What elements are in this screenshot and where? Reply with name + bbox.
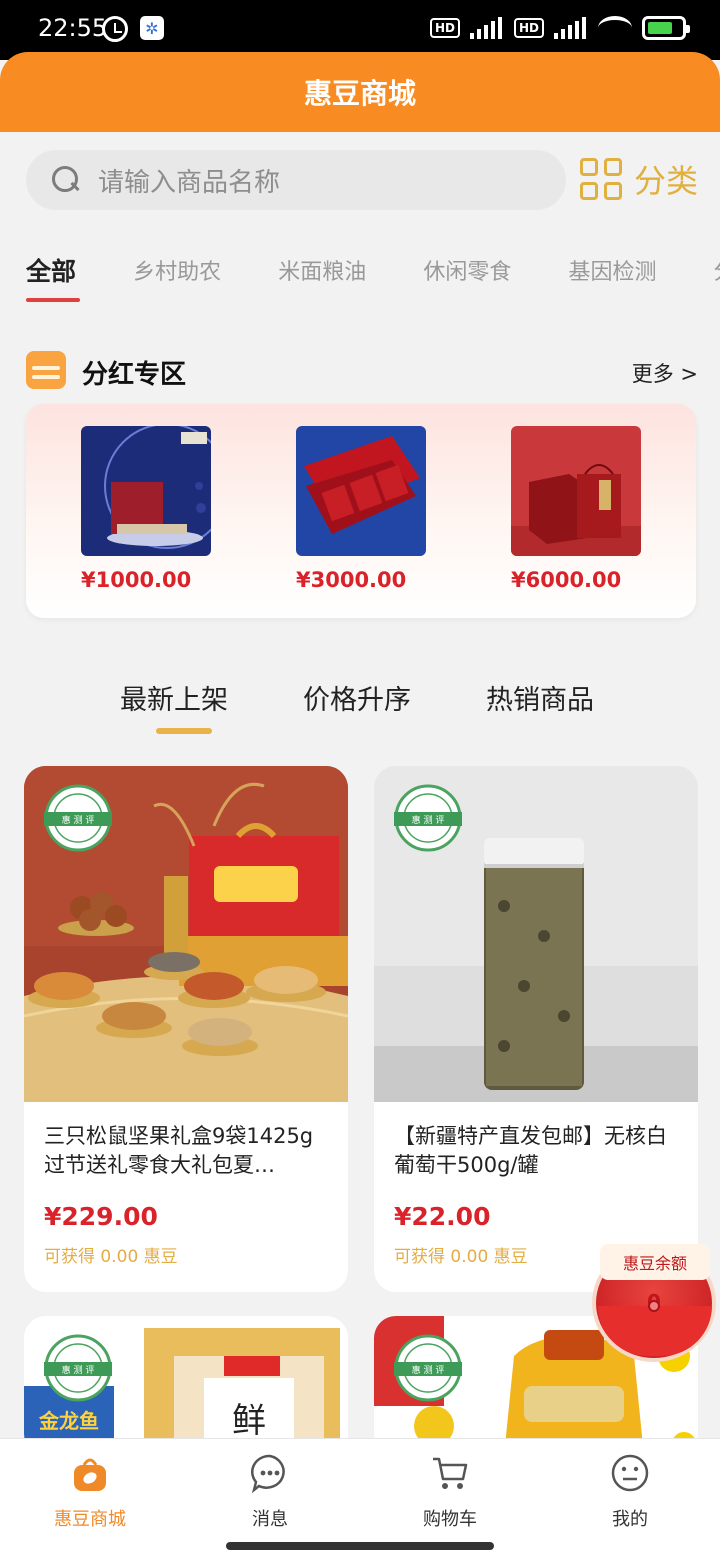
product-card[interactable]: 惠 测 评 三只松鼠坚果礼盒9袋1425g过节送礼零食大礼包夏… ¥229.00… (24, 766, 348, 1292)
alarm-icon (102, 16, 128, 42)
sort-tab-price-asc[interactable]: 价格升序 (303, 678, 411, 717)
dividend-item-image (511, 426, 641, 556)
dividend-item[interactable]: ¥1000.00 (81, 426, 211, 592)
dividend-price: ¥6000.00 (511, 568, 622, 592)
tab-more-partial[interactable]: 分 (714, 248, 720, 304)
dividend-item[interactable]: ¥3000.00 (296, 426, 426, 592)
sort-tab-newest[interactable]: 最新上架 (120, 678, 228, 717)
product-image: 金龙鱼 鲜 惠 测 评 (24, 1316, 348, 1456)
nav-label: 消息 (252, 1509, 288, 1530)
product-name: 【新疆特产直发包邮】无核白葡萄干500g/罐 (394, 1124, 667, 1177)
category-tabs: 全部 乡村助农 米面粮油 休闲零食 基因检测 分 (26, 248, 720, 304)
svg-text:惠 测 评: 惠 测 评 (62, 1364, 95, 1376)
search-placeholder: 请输入商品名称 (98, 167, 281, 198)
shop-icon (26, 351, 66, 389)
dividend-item-image (81, 426, 211, 556)
more-link[interactable]: 更多 > (632, 358, 698, 388)
dividend-item[interactable]: ¥6000.00 (511, 426, 641, 592)
review-badge-icon: 惠 测 评 (394, 1334, 462, 1402)
huidou-balance-widget[interactable]: 惠豆余额 0 (592, 1240, 720, 1364)
nav-label: 我的 (612, 1509, 648, 1530)
search-icon (52, 166, 80, 194)
nav-item-profile[interactable]: 我的 (540, 1453, 720, 1531)
nav-label: 惠豆商城 (54, 1509, 126, 1530)
svg-text:惠 测 评: 惠 测 评 (412, 814, 445, 826)
svg-text:惠 测 评: 惠 测 评 (62, 814, 95, 826)
grid-icon (580, 158, 622, 200)
product-name: 三只松鼠坚果礼盒9袋1425g过节送礼零食大礼包夏… (44, 1124, 314, 1177)
nav-item-cart[interactable]: 购物车 (360, 1453, 540, 1531)
page-title: 惠豆商城 (303, 77, 416, 110)
status-bar: 22:55 ✲ HD HD (0, 0, 720, 60)
product-card[interactable]: 惠 测 评 【新疆特产直发包邮】无核白葡萄干500g/罐 ¥22.00 可获得 … (374, 766, 698, 1292)
dividend-section-header: 分红专区 更多 > (26, 348, 700, 394)
app-notification-icon: ✲ (140, 16, 164, 40)
chat-icon (250, 1453, 290, 1494)
hd-icon: HD (513, 18, 544, 38)
svg-text:金龙鱼: 金龙鱼 (38, 1409, 99, 1433)
product-image: 惠 测 评 (24, 766, 348, 1102)
sort-tab-hot[interactable]: 热销商品 (486, 678, 594, 717)
nav-item-shop[interactable]: 惠豆商城 (0, 1453, 180, 1531)
app-header: 惠豆商城 (0, 52, 720, 132)
search-input[interactable]: 请输入商品名称 (26, 150, 566, 210)
cart-icon (430, 1453, 470, 1493)
nav-label: 购物车 (423, 1509, 477, 1530)
product-price: ¥22.00 (394, 1202, 491, 1231)
review-badge-icon: 惠 测 评 (394, 784, 462, 852)
bag-icon (70, 1453, 110, 1493)
tab-gene-test[interactable]: 基因检测 (568, 248, 656, 304)
dividend-price: ¥3000.00 (296, 568, 407, 592)
category-button[interactable]: 分类 (580, 156, 698, 202)
product-image: 惠 测 评 (374, 766, 698, 1102)
svg-text:鲜: 鲜 (232, 1401, 266, 1441)
svg-text:惠 测 评: 惠 测 评 (412, 1364, 445, 1376)
nav-item-messages[interactable]: 消息 (180, 1453, 360, 1531)
signal-icon (469, 17, 504, 39)
dividend-title: 分红专区 (82, 360, 187, 390)
tab-rural-aid[interactable]: 乡村助农 (133, 248, 221, 304)
tab-all[interactable]: 全部 (26, 248, 81, 304)
product-card[interactable]: 金龙鱼 鲜 惠 测 评 (24, 1316, 348, 1456)
balance-label: 惠豆余额 (600, 1244, 710, 1280)
product-earn-points: 可获得 0.00 惠豆 (394, 1247, 528, 1267)
review-badge-icon: 惠 测 评 (44, 784, 112, 852)
dividend-panel: ¥1000.00 ¥3000.00 ¥6000.00 (26, 404, 696, 618)
dividend-price: ¥1000.00 (81, 568, 192, 592)
category-button-label: 分类 (634, 162, 699, 200)
hd-icon: HD (429, 18, 460, 38)
product-earn-points: 可获得 0.00 惠豆 (44, 1247, 178, 1267)
tab-grain-oil[interactable]: 米面粮油 (278, 248, 366, 304)
smile-icon (610, 1453, 650, 1493)
status-time: 22:55 (38, 14, 108, 42)
tab-snacks[interactable]: 休闲零食 (423, 248, 511, 304)
home-indicator[interactable] (226, 1542, 494, 1550)
dividend-item-image (296, 426, 426, 556)
review-badge-icon: 惠 测 评 (44, 1334, 112, 1402)
battery-icon (642, 16, 690, 40)
status-left-icons: ✲ (102, 16, 164, 42)
balance-dot-icon (648, 1300, 660, 1312)
status-right-icons: HD HD (429, 16, 690, 40)
signal-icon (554, 17, 588, 39)
sort-tab-indicator (156, 728, 212, 734)
product-price: ¥229.00 (44, 1202, 158, 1231)
sort-tabs: 最新上架 价格升序 热销商品 (0, 678, 720, 738)
wifi-icon (598, 16, 632, 40)
